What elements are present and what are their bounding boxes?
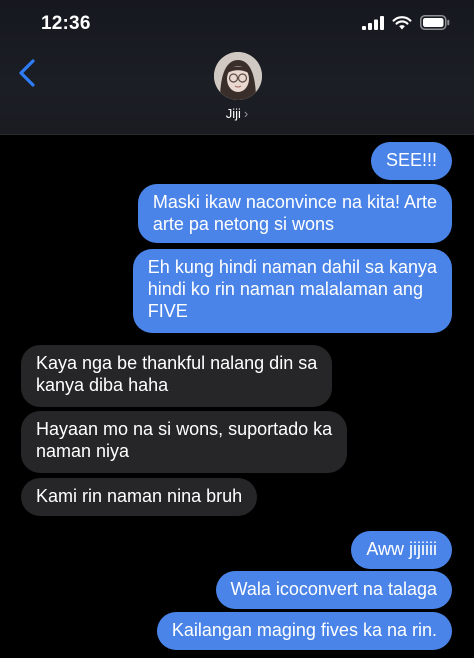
message-bubble-incoming[interactable]: Kami rin naman nina bruh (21, 478, 258, 516)
message-bubble-outgoing[interactable]: Maski ikaw naconvince na kita! Arte arte… (137, 184, 452, 243)
message-bubble-incoming[interactable]: Kaya nga be thankful nalang din sa kanya… (21, 345, 333, 407)
contact-name: Jiji (225, 106, 241, 121)
message-bubble-outgoing[interactable]: Eh kung hindi naman dahil sa kanya hindi… (132, 249, 452, 333)
message-bubble-outgoing[interactable]: Aww jijiiii (351, 531, 452, 569)
contact-name-button[interactable]: Jiji › (0, 106, 474, 121)
wifi-icon (392, 15, 412, 29)
status-icons (362, 15, 450, 30)
message-bubble-outgoing[interactable]: SEE!!! (370, 142, 452, 180)
avatar-photo (214, 52, 262, 100)
conversation-header: 12:36 Jiji › (0, 0, 474, 135)
chevron-right-icon: › (243, 106, 249, 121)
message-bubble-outgoing[interactable]: Kailangan maging fives ka na rin. (156, 612, 452, 650)
contact-avatar[interactable] (214, 52, 262, 100)
status-time: 12:36 (41, 13, 91, 34)
message-bubble-incoming[interactable]: Hayaan mo na si wons, suportado ka naman… (21, 411, 348, 473)
battery-icon (420, 15, 450, 30)
message-bubble-outgoing[interactable]: Wala icoconvert na talaga (215, 571, 452, 609)
back-chevron-icon[interactable] (16, 58, 40, 88)
cellular-signal-icon (362, 15, 384, 30)
